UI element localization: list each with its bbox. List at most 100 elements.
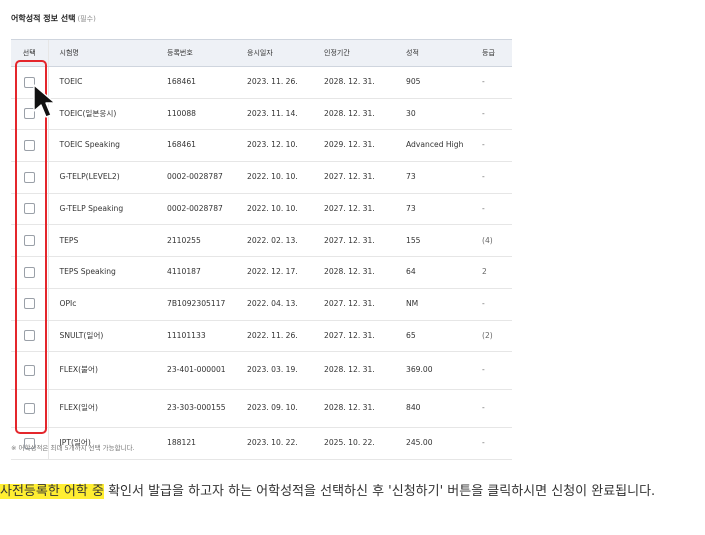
cell-grade: -	[471, 389, 512, 429]
section-title-text: 어학성적 정보 선택	[11, 14, 76, 23]
cell-grade: -	[471, 288, 512, 321]
cell-exam-date: 2022. 11. 26.	[236, 320, 313, 353]
cell-exam-name: TOEIC Speaking	[47, 129, 156, 163]
table-row: SNULT(일어) 11101133 2022. 11. 26. 2027. 12. …	[11, 320, 512, 353]
cell-exam-date: 2022. 10. 10.	[236, 161, 313, 194]
table-row: TOEIC 168461 2023. 11. 26. 2028. 12. 31. 905…	[11, 66, 512, 99]
cell-score: 155	[395, 224, 471, 258]
cell-grade: -	[471, 129, 512, 163]
table-row: G-TELP(LEVEL2) 0002-0028787 2022. 10. 10. 2…	[11, 161, 512, 194]
cell-reg-no: 168461	[156, 66, 236, 99]
cell-valid-until: 2028. 12. 31.	[313, 98, 395, 131]
cell-exam-name: G-TELP(LEVEL2)	[47, 161, 156, 194]
cell-valid-until: 2025. 10. 22.	[313, 427, 395, 460]
row-checkbox[interactable]	[23, 139, 35, 151]
cell-valid-until: 2027. 12. 31.	[313, 288, 395, 321]
cell-exam-name: OPIc	[47, 288, 156, 321]
cell-select	[11, 129, 48, 163]
table-row: TOEIC(일본응시) 110088 2023. 11. 14. 2028. 12. …	[11, 98, 512, 131]
cell-exam-name: TEPS	[47, 224, 156, 258]
cell-reg-no: 110088	[156, 98, 236, 131]
cell-grade: -	[471, 193, 512, 226]
row-checkbox[interactable]	[23, 235, 35, 247]
cell-valid-until: 2028. 12. 31.	[313, 351, 395, 391]
description-rest: 확인서 발급을 하고자 하는 어학성적을 선택하신 후 '신청하기' 버튼을 클…	[103, 484, 656, 499]
header-exam-name: 시험명	[47, 39, 156, 67]
cell-select	[11, 66, 48, 99]
cell-exam-date: 2022. 02. 13.	[236, 224, 313, 258]
header-valid-until: 인정기간	[313, 39, 395, 67]
row-checkbox[interactable]	[23, 203, 35, 215]
cell-exam-name: FLEX(불어)	[47, 351, 156, 391]
table-row: FLEX(일어) 23-303-000155 2023. 09. 10. 2028. …	[11, 389, 512, 429]
table-row: OPIc 7B1092305117 2022. 04. 13. 2027. 12. 3…	[11, 288, 512, 321]
cell-exam-name: G-TELP Speaking	[47, 193, 156, 226]
cell-grade: 2	[471, 256, 512, 289]
required-note: (필수)	[77, 15, 96, 23]
row-checkbox[interactable]	[23, 76, 35, 88]
row-checkbox[interactable]	[23, 364, 35, 376]
table-row: TEPS Speaking 4110187 2022. 12. 17. 2028. 1…	[11, 256, 512, 289]
header-grade: 등급	[471, 39, 512, 67]
cell-score: 245.00	[395, 427, 471, 460]
header-select: 선택	[11, 39, 48, 67]
row-checkbox[interactable]	[23, 171, 35, 183]
header-reg-no: 등록번호	[156, 39, 236, 67]
row-checkbox[interactable]	[23, 298, 35, 310]
cell-select	[11, 256, 48, 289]
cell-exam-date: 2023. 11. 26.	[236, 66, 313, 99]
cell-select	[11, 351, 48, 391]
table-row: TEPS 2110255 2022. 02. 13. 2027. 12. 31. 155…	[11, 224, 512, 258]
cell-select	[11, 98, 48, 131]
row-checkbox[interactable]	[23, 330, 35, 342]
cell-score: Advanced High	[395, 129, 471, 163]
cell-score: NM	[395, 288, 471, 321]
cell-reg-no: 0002-0028787	[156, 161, 236, 194]
cell-valid-until: 2027. 12. 31.	[313, 161, 395, 194]
cell-valid-until: 2028. 12. 31.	[313, 256, 395, 289]
cell-score: 73	[395, 161, 471, 194]
row-checkbox[interactable]	[23, 266, 35, 278]
cell-reg-no: 23-401-000001	[156, 351, 236, 391]
row-checkbox[interactable]	[23, 402, 35, 414]
cell-valid-until: 2027. 12. 31.	[313, 320, 395, 353]
cell-exam-name: FLEX(일어)	[47, 389, 156, 429]
cell-valid-until: 2029. 12. 31.	[313, 129, 395, 163]
cell-valid-until: 2027. 12. 31.	[313, 224, 395, 258]
header-score: 성적	[395, 39, 471, 67]
description-highlight: 사전등록한 어학 중	[0, 484, 104, 499]
row-checkbox[interactable]	[23, 108, 35, 120]
table-row: FLEX(불어) 23-401-000001 2023. 03. 19. 2028. …	[11, 351, 512, 391]
cell-exam-date: 2023. 10. 22.	[236, 427, 313, 460]
cell-exam-date: 2023. 11. 14.	[236, 98, 313, 131]
cell-valid-until: 2028. 12. 31.	[313, 66, 395, 99]
cell-exam-date: 2022. 10. 10.	[236, 193, 313, 226]
cell-exam-date: 2023. 09. 10.	[236, 389, 313, 429]
cell-reg-no: 188121	[156, 427, 236, 460]
cell-reg-no: 11101133	[156, 320, 236, 353]
cell-select	[11, 161, 48, 194]
cell-score: 30	[395, 98, 471, 131]
cell-select	[11, 193, 48, 226]
cell-grade: -	[471, 66, 512, 99]
cell-exam-date: 2023. 12. 10.	[236, 129, 313, 163]
cell-exam-name: SNULT(일어)	[47, 320, 156, 353]
cell-exam-date: 2022. 12. 17.	[236, 256, 313, 289]
cell-exam-date: 2023. 03. 19.	[236, 351, 313, 391]
cell-reg-no: 23-303-000155	[156, 389, 236, 429]
footnote: ※ 어학성적은 최대 5개까지 선택 가능합니다.	[11, 444, 135, 452]
cell-grade: -	[471, 98, 512, 131]
language-score-table: 선택 시험명 등록번호 응시일자 인정기간 성적 등급 TOEIC 168461 2…	[11, 39, 512, 460]
cell-exam-name: TOEIC(일본응시)	[47, 98, 156, 131]
cell-reg-no: 4110187	[156, 256, 236, 289]
cell-exam-name: TOEIC	[47, 66, 156, 99]
header-exam-date: 응시일자	[236, 39, 313, 67]
table-header-row: 선택 시험명 등록번호 응시일자 인정기간 성적 등급	[11, 39, 512, 67]
cell-score: 369.00	[395, 351, 471, 391]
cell-grade: -	[471, 351, 512, 391]
description-text: 사전등록한 어학 중 확인서 발급을 하고자 하는 어학성적을 선택하신 후 '…	[0, 478, 705, 505]
cell-valid-until: 2027. 12. 31.	[313, 193, 395, 226]
table-row: TOEIC Speaking 168461 2023. 12. 10. 2029. 1…	[11, 129, 512, 163]
cell-grade: -	[471, 161, 512, 194]
cell-grade: (4)	[471, 224, 512, 258]
